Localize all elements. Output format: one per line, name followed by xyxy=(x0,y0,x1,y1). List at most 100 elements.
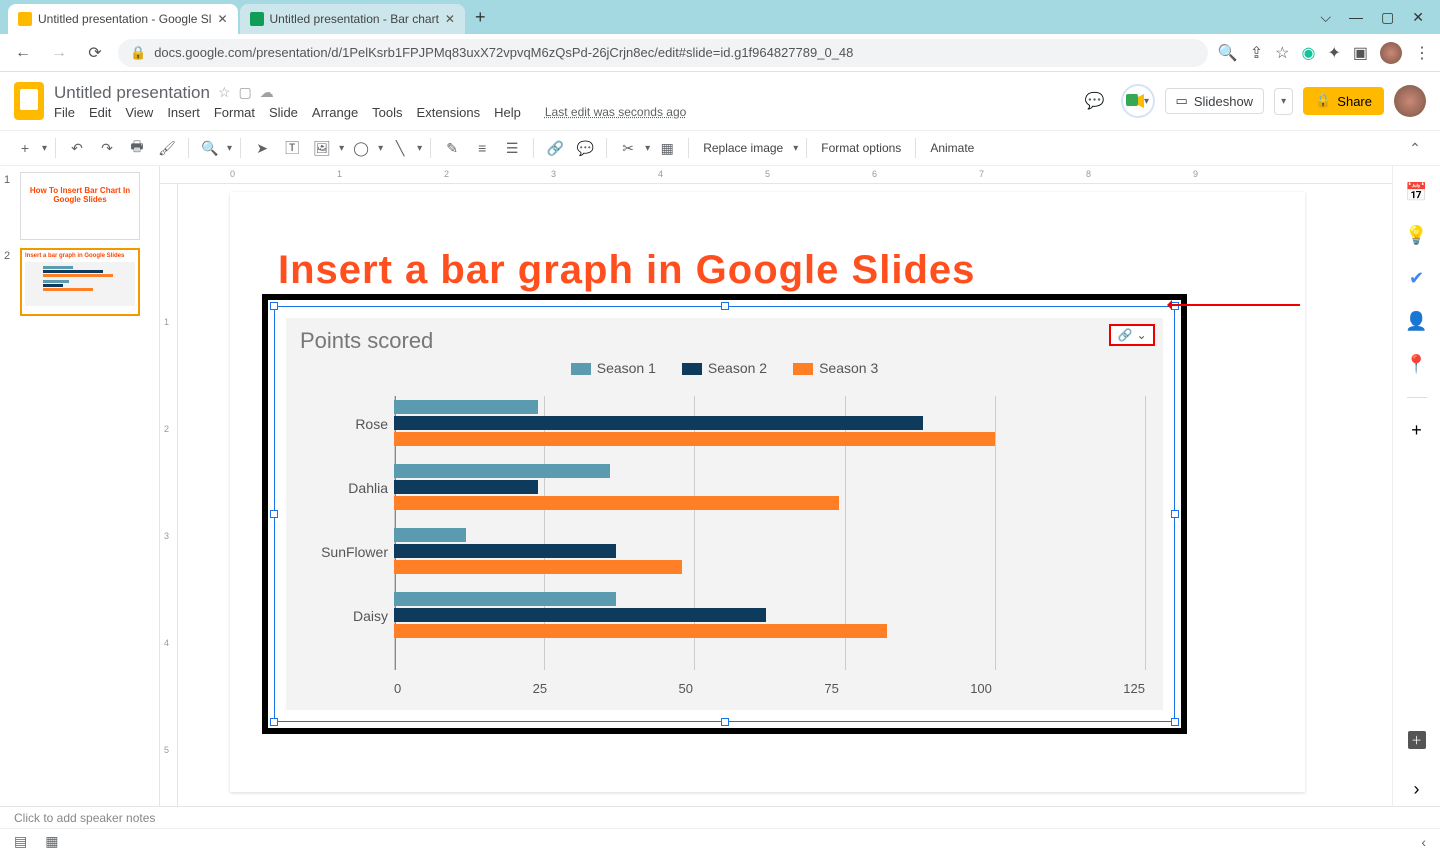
shape-tool[interactable]: ◯ xyxy=(348,135,374,161)
slide[interactable]: Insert a bar graph in Google Slides Poin… xyxy=(230,192,1305,792)
comment-tool[interactable]: 💬 xyxy=(572,135,598,161)
play-icon: ▭ xyxy=(1176,93,1188,109)
selection-handle[interactable] xyxy=(270,718,278,726)
close-tab-icon[interactable]: ✕ xyxy=(217,12,227,26)
link-icon: 🔗 xyxy=(1117,328,1132,342)
paint-format-button[interactable]: 🖌 xyxy=(154,135,180,161)
undo-button[interactable]: ↶ xyxy=(64,135,90,161)
print-button[interactable]: 🖶 xyxy=(124,135,150,161)
tasks-icon[interactable]: ✔ xyxy=(1409,268,1424,289)
keep-icon[interactable]: 💡 xyxy=(1405,225,1427,246)
browser-tab-strip: Untitled presentation - Google Sl ✕ Unti… xyxy=(0,0,1440,34)
select-tool[interactable]: ➤ xyxy=(249,135,275,161)
format-options-button[interactable]: Format options xyxy=(815,141,907,155)
close-tab-icon[interactable]: ✕ xyxy=(445,12,455,26)
browser-tab-active[interactable]: Untitled presentation - Google Sl ✕ xyxy=(8,4,238,34)
slide-thumbnail-2-active[interactable]: Insert a bar graph in Google Slides xyxy=(20,248,140,316)
extensions-icon[interactable]: ✦ xyxy=(1327,43,1340,63)
share-url-icon[interactable]: ⇪ xyxy=(1250,43,1263,63)
hide-rail-icon[interactable]: › xyxy=(1414,779,1420,800)
menu-help[interactable]: Help xyxy=(494,105,521,120)
vertical-ruler[interactable]: 12345 xyxy=(160,184,178,806)
new-slide-button[interactable]: + xyxy=(12,135,38,161)
calendar-icon[interactable]: 📅 xyxy=(1405,182,1427,203)
menu-tools[interactable]: Tools xyxy=(372,105,402,120)
maps-icon[interactable]: 📍 xyxy=(1405,354,1427,375)
menu-file[interactable]: File xyxy=(54,105,75,120)
chart-title: Points scored xyxy=(286,318,1163,360)
add-addon-icon[interactable]: + xyxy=(1411,420,1422,441)
menu-slide[interactable]: Slide xyxy=(269,105,298,120)
nav-back-button[interactable]: ← xyxy=(10,44,36,62)
zoom-icon[interactable]: 🔍 xyxy=(1218,43,1238,63)
horizontal-ruler[interactable]: 0123456789 xyxy=(160,166,1392,184)
linked-chart-badge[interactable]: 🔗 ⌄ xyxy=(1109,324,1155,346)
animate-button[interactable]: Animate xyxy=(924,141,980,155)
chevron-down-icon[interactable]: ⌵ xyxy=(1320,9,1331,26)
browser-menu-icon[interactable]: ⋮ xyxy=(1414,43,1430,63)
selection-handle[interactable] xyxy=(721,718,729,726)
image-tool[interactable]: 🖼 xyxy=(309,135,335,161)
filmstrip-view-icon[interactable]: ▤ xyxy=(14,833,27,850)
menu-format[interactable]: Format xyxy=(214,105,255,120)
share-button[interactable]: 🔒 Share xyxy=(1303,87,1384,115)
browser-tab-inactive[interactable]: Untitled presentation - Bar chart ✕ xyxy=(240,4,465,34)
nav-forward-button[interactable]: → xyxy=(46,44,72,62)
new-slide-dropdown[interactable]: ▾ xyxy=(42,143,47,154)
url-field[interactable]: 🔒 docs.google.com/presentation/d/1PelKsr… xyxy=(118,39,1208,67)
last-edit-label[interactable]: Last edit was seconds ago xyxy=(545,105,686,119)
selection-handle[interactable] xyxy=(1171,510,1179,518)
slide-thumbnail-1[interactable]: How To Insert Bar Chart In Google Slides xyxy=(20,172,140,240)
move-icon[interactable]: ▢ xyxy=(239,84,252,101)
menu-edit[interactable]: Edit xyxy=(89,105,111,120)
redo-button[interactable]: ↷ xyxy=(94,135,120,161)
grammarly-icon[interactable]: ◉ xyxy=(1302,43,1316,63)
meet-button[interactable]: ▾ xyxy=(1121,84,1155,118)
new-tab-button[interactable]: + xyxy=(465,7,496,28)
crop-tool[interactable]: ✂ xyxy=(615,135,641,161)
contacts-icon[interactable]: 👤 xyxy=(1405,311,1427,332)
link-tool[interactable]: 🔗 xyxy=(542,135,568,161)
pen-tool[interactable]: ✎ xyxy=(439,135,465,161)
comment-history-icon[interactable]: 💬 xyxy=(1079,85,1111,117)
speaker-notes-area[interactable]: Click to add speaker notes xyxy=(0,806,1440,828)
selection-handle[interactable] xyxy=(721,302,729,310)
slides-logo-icon[interactable] xyxy=(14,82,44,120)
menu-extensions[interactable]: Extensions xyxy=(417,105,481,120)
bookmark-star-icon[interactable]: ☆ xyxy=(1275,43,1289,63)
doc-title[interactable]: Untitled presentation xyxy=(54,83,210,103)
slideshow-dropdown[interactable]: ▾ xyxy=(1274,88,1293,115)
menu-arrange[interactable]: Arrange xyxy=(312,105,358,120)
slideshow-button[interactable]: ▭ Slideshow xyxy=(1165,88,1265,114)
explore-close-icon[interactable]: ＋ xyxy=(1408,731,1426,749)
account-avatar[interactable] xyxy=(1394,85,1426,117)
window-close-icon[interactable]: ✕ xyxy=(1412,9,1424,26)
menu-view[interactable]: View xyxy=(125,105,153,120)
star-icon[interactable]: ☆ xyxy=(218,84,231,101)
nav-reload-button[interactable]: ⟳ xyxy=(82,43,108,63)
zoom-button[interactable]: 🔍 xyxy=(197,135,223,161)
x-tick-label: 50 xyxy=(678,681,692,696)
selection-handle[interactable] xyxy=(270,302,278,310)
bar xyxy=(394,544,616,558)
cloud-status-icon[interactable]: ☁ xyxy=(260,84,274,101)
grid-view-icon[interactable]: ▦ xyxy=(45,833,58,850)
window-minimize-icon[interactable]: — xyxy=(1349,9,1363,26)
collapse-toolbar-icon[interactable]: ⌃ xyxy=(1402,135,1428,161)
tab-favicon xyxy=(18,12,32,26)
selection-handle[interactable] xyxy=(270,510,278,518)
profile-avatar[interactable] xyxy=(1380,42,1402,64)
chart-object[interactable]: Points scored Season 1Season 2Season 3 🔗… xyxy=(262,294,1187,734)
collapse-footer-icon[interactable]: ‹ xyxy=(1421,834,1426,850)
window-maximize-icon[interactable]: ▢ xyxy=(1381,9,1394,26)
sidepanel-icon[interactable]: ▣ xyxy=(1353,43,1368,63)
distribute-tool[interactable]: ☰ xyxy=(499,135,525,161)
menu-insert[interactable]: Insert xyxy=(167,105,200,120)
mask-tool[interactable]: ▦ xyxy=(654,135,680,161)
selection-handle[interactable] xyxy=(1171,718,1179,726)
textbox-tool[interactable]: 🅃 xyxy=(279,135,305,161)
line-tool[interactable]: ╲ xyxy=(387,135,413,161)
replace-image-button[interactable]: Replace image xyxy=(697,141,789,155)
footer-bar: ▤ ▦ ‹ xyxy=(0,828,1440,854)
align-tool[interactable]: ≡ xyxy=(469,135,495,161)
